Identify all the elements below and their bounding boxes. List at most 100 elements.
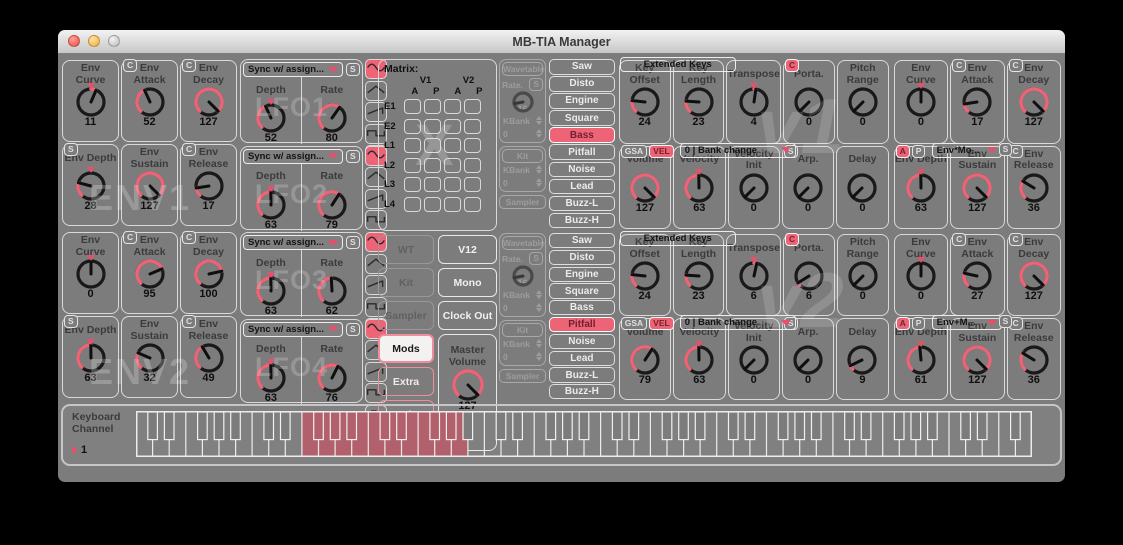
bank-change-dropdown[interactable]: 0 | Bank change xyxy=(680,315,796,330)
lfo-sync-toggle-button[interactable]: S xyxy=(346,236,360,249)
matrix-cell-l4-3[interactable] xyxy=(464,197,481,212)
a-button[interactable]: A xyxy=(896,317,910,330)
mode-button-extra[interactable]: Extra xyxy=(378,367,434,396)
env-sustain-knob[interactable] xyxy=(955,363,999,380)
velocity-init-knob[interactable] xyxy=(732,191,776,208)
kit-header[interactable]: Kit xyxy=(502,323,543,337)
wave-button-noise[interactable]: Noise xyxy=(549,162,615,178)
lfo-sync-toggle-button[interactable]: S xyxy=(346,323,360,336)
wave-button-noise[interactable]: Noise xyxy=(549,334,615,349)
matrix-cell-l3-0[interactable] xyxy=(404,177,421,192)
c-button[interactable]: C xyxy=(785,233,799,246)
matrix-cell-e2-2[interactable] xyxy=(444,119,461,134)
rate-knob[interactable] xyxy=(310,381,354,398)
wave-button-buzz-h[interactable]: Buzz-H xyxy=(549,384,615,399)
wave-button-engine[interactable]: Engine xyxy=(549,267,615,282)
kit-kbank-stepper[interactable] xyxy=(536,339,542,348)
key-length-knob[interactable] xyxy=(677,279,721,296)
c-button[interactable]: C xyxy=(182,143,196,156)
wave-button-buzz-l[interactable]: Buzz-L xyxy=(549,196,615,212)
matrix-cell-l1-1[interactable] xyxy=(424,138,441,153)
velocity-init-knob[interactable] xyxy=(732,363,776,380)
c-button[interactable]: C xyxy=(182,315,196,328)
gsa-button[interactable]: GSA xyxy=(621,317,647,330)
pitch-range-knob[interactable] xyxy=(841,105,885,122)
matrix-cell-l1-3[interactable] xyxy=(464,138,481,153)
lfo-sync-toggle-button[interactable]: S xyxy=(346,63,360,76)
kit-kbank-value-stepper[interactable] xyxy=(536,178,542,187)
wavetable-header[interactable]: Wavetable xyxy=(502,236,543,250)
rate-knob[interactable] xyxy=(502,265,543,287)
rate-knob[interactable] xyxy=(502,91,543,113)
env-curve-knob[interactable] xyxy=(899,105,943,122)
c-button[interactable]: C xyxy=(1009,59,1023,72)
matrix-cell-l2-3[interactable] xyxy=(464,158,481,173)
volume-knob[interactable] xyxy=(623,363,667,380)
wave-button-saw[interactable]: Saw xyxy=(549,233,615,248)
velocity-knob[interactable] xyxy=(677,191,721,208)
rate-sync-button[interactable]: S xyxy=(529,78,543,91)
wave-button-saw[interactable]: Saw xyxy=(549,59,615,75)
matrix-cell-l1-0[interactable] xyxy=(404,138,421,153)
vel-button[interactable]: VEL xyxy=(649,145,674,158)
env-release-knob[interactable] xyxy=(1012,363,1056,380)
depth-knob[interactable] xyxy=(249,121,293,138)
porta-knob[interactable] xyxy=(787,105,831,122)
wave-button-disto[interactable]: Disto xyxy=(549,76,615,92)
env-depth-knob[interactable] xyxy=(69,361,113,378)
env-depth-knob[interactable] xyxy=(69,189,113,206)
env-release-knob[interactable] xyxy=(187,189,231,206)
wavetable-kbank-value-stepper[interactable] xyxy=(536,303,542,312)
env-release-knob[interactable] xyxy=(1012,191,1056,208)
lfo-sync-toggle-button[interactable]: S xyxy=(346,150,360,163)
lfo-sync-dropdown[interactable]: Sync w/ assign... xyxy=(243,62,343,77)
env-mod-dropdown[interactable]: Env*Mo... xyxy=(932,143,1002,158)
depth-knob[interactable] xyxy=(249,294,293,311)
velocity-knob[interactable] xyxy=(677,363,721,380)
matrix-cell-l3-1[interactable] xyxy=(424,177,441,192)
titlebar[interactable]: MB-TIA Manager xyxy=(58,30,1065,54)
env-decay-knob[interactable] xyxy=(1012,279,1056,296)
wave-button-engine[interactable]: Engine xyxy=(549,93,615,109)
matrix-cell-e2-3[interactable] xyxy=(464,119,481,134)
wavetable-kbank-stepper[interactable] xyxy=(536,290,542,299)
wave-button-buzz-l[interactable]: Buzz-L xyxy=(549,367,615,382)
wave-button-bass[interactable]: Bass xyxy=(549,300,615,315)
close-button[interactable] xyxy=(68,35,80,47)
arp-knob[interactable] xyxy=(786,191,830,208)
wave-button-buzz-h[interactable]: Buzz-H xyxy=(549,213,615,229)
p-button[interactable]: P xyxy=(912,145,926,158)
sampler-header[interactable]: Sampler xyxy=(499,369,546,383)
gsa-button[interactable]: GSA xyxy=(621,145,647,158)
env-sustain-knob[interactable] xyxy=(955,191,999,208)
wave-button-pitfall[interactable]: Pitfall xyxy=(549,144,615,160)
transpose-knob[interactable] xyxy=(732,279,776,296)
env-attack-knob[interactable] xyxy=(128,105,172,122)
delay-knob[interactable] xyxy=(840,191,884,208)
porta-knob[interactable] xyxy=(787,279,831,296)
kit-kbank-stepper[interactable] xyxy=(536,165,542,174)
depth-knob[interactable] xyxy=(249,381,293,398)
c-button[interactable]: C xyxy=(123,59,137,72)
wave-button-square[interactable]: Square xyxy=(549,110,615,126)
env-curve-knob[interactable] xyxy=(69,105,113,122)
env-depth-knob[interactable] xyxy=(899,363,943,380)
env-mod-dropdown[interactable]: Env+M... xyxy=(932,315,1002,330)
minimize-button[interactable] xyxy=(88,35,100,47)
env-release-knob[interactable] xyxy=(187,361,231,378)
env-attack-knob[interactable] xyxy=(128,277,172,294)
piano-keyboard[interactable] xyxy=(136,406,1060,464)
matrix-cell-l3-3[interactable] xyxy=(464,177,481,192)
depth-knob[interactable] xyxy=(249,208,293,225)
env-mod-sync-button[interactable]: S xyxy=(999,143,1013,156)
c-button[interactable]: C xyxy=(1009,233,1023,246)
lfo-sync-dropdown[interactable]: Sync w/ assign... xyxy=(243,235,343,250)
s-button[interactable]: S xyxy=(64,315,78,328)
c-button[interactable]: C xyxy=(952,233,966,246)
wave-button-lead[interactable]: Lead xyxy=(549,351,615,366)
output-button-clock-out[interactable]: Clock Out xyxy=(438,301,497,330)
wave-button-bass[interactable]: Bass xyxy=(549,127,615,143)
env-attack-knob[interactable] xyxy=(955,105,999,122)
matrix-cell-e1-3[interactable] xyxy=(464,99,481,114)
rate-knob[interactable] xyxy=(310,294,354,311)
